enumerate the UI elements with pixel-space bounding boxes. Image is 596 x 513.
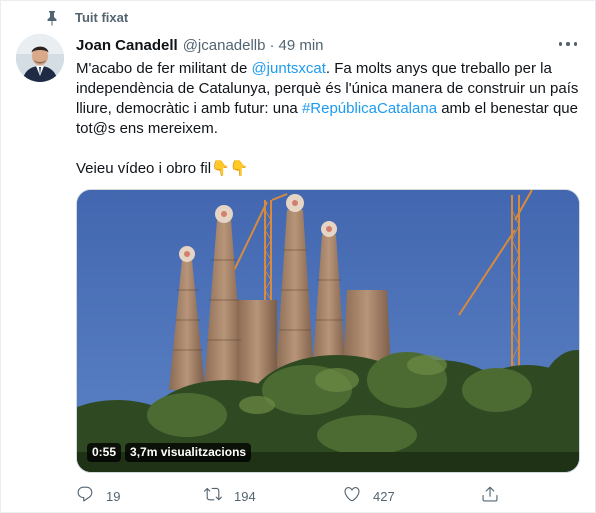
pointing-down-emoji: 👇👇 (211, 160, 249, 177)
like-button[interactable]: 427 (343, 485, 395, 507)
like-count: 427 (373, 488, 395, 504)
share-icon (481, 485, 499, 508)
pinned-tweet[interactable]: Tuit fixat Joan Canadell @jcanadellb · 4… (0, 0, 596, 513)
reply-icon (76, 485, 94, 508)
pin-icon (45, 10, 59, 26)
more-dot-icon (566, 42, 570, 46)
tweet-header: Joan Canadell @jcanadellb · 49 min (76, 35, 324, 55)
tweet-paragraph: Veieu vídeo i obro fil👇👇 (76, 159, 581, 179)
retweet-icon (204, 485, 222, 508)
hashtag-link[interactable]: #RepúblicaCatalana (302, 100, 437, 117)
reply-button[interactable]: 19 (76, 485, 120, 507)
video-thumbnail (77, 190, 579, 472)
more-dot-icon (559, 42, 563, 46)
video-views: 3,7m visualitzacions (125, 443, 252, 462)
tweet-text-part: M'acabo de fer militant de (76, 60, 252, 77)
tweet-paragraph: M'acabo de fer militant de @juntsxcat. F… (76, 59, 581, 139)
video-info-overlay: 0:55 3,7m visualitzacions (87, 443, 252, 462)
mention-link[interactable]: @juntsxcat (251, 60, 325, 77)
tweet-actions: 19 194 427 (1, 485, 596, 507)
share-button[interactable] (481, 485, 499, 507)
more-options-button[interactable] (557, 35, 579, 53)
tweet-text: M'acabo de fer militant de @juntsxcat. F… (76, 59, 581, 179)
separator: · (269, 36, 275, 54)
video-player[interactable] (76, 189, 580, 473)
pinned-label: Tuit fixat (75, 10, 129, 25)
more-dot-icon (573, 42, 577, 46)
reply-count: 19 (106, 488, 121, 504)
author-handle[interactable]: @jcanadellb (183, 37, 266, 54)
timestamp[interactable]: 49 min (278, 37, 323, 54)
author-name[interactable]: Joan Canadell (76, 37, 178, 54)
retweet-button[interactable]: 194 (204, 485, 256, 507)
tweet-text-part: Veieu vídeo i obro fil (76, 160, 212, 177)
avatar[interactable] (16, 34, 64, 82)
retweet-count: 194 (234, 488, 256, 504)
video-duration: 0:55 (87, 443, 122, 462)
heart-icon (343, 485, 361, 508)
